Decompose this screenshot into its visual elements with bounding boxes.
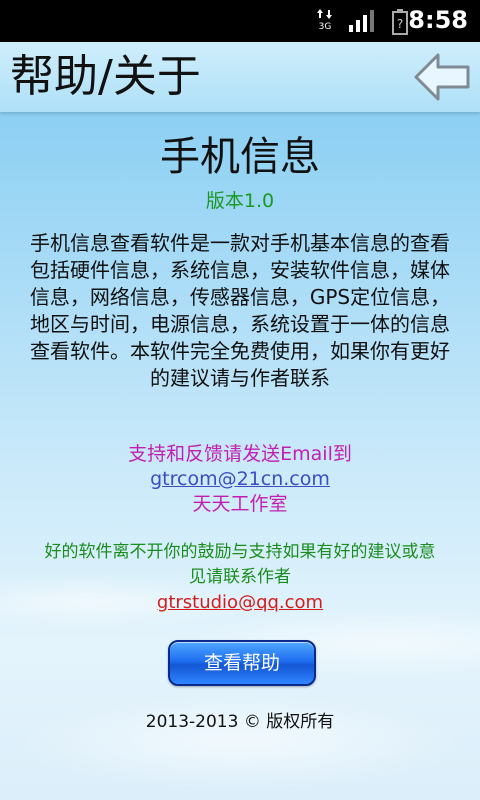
clock: 8:58 xyxy=(408,6,468,34)
back-arrow-icon xyxy=(414,53,470,101)
about-screen: 帮助/关于 手机信息 版本1.0 手机信息查看软件是一款对手机基本信息的查看包括… xyxy=(0,42,480,800)
signal-strength-icon xyxy=(349,10,374,32)
app-description: 手机信息查看软件是一款对手机基本信息的查看包括硬件信息，系统信息，安装软件信息，… xyxy=(29,231,451,390)
encourage-section: 好的软件离不开你的鼓励与支持如果有好的建议或意见请联系作者 gtrstudio@… xyxy=(40,540,440,615)
data-arrows-icon xyxy=(317,9,332,19)
status-bar: 3G ? 8:58 xyxy=(0,0,480,42)
back-button[interactable] xyxy=(412,50,472,104)
network-label: 3G xyxy=(318,22,332,32)
page-title: 帮助/关于 xyxy=(10,51,201,102)
author-email-link[interactable]: gtrstudio@qq.com xyxy=(40,590,440,615)
support-section: 支持和反馈请发送Email到 gtrcom@21cn.com 天天工作室 xyxy=(0,442,480,517)
support-email-link[interactable]: gtrcom@21cn.com xyxy=(0,467,480,492)
title-bar: 帮助/关于 xyxy=(0,42,480,112)
studio-name: 天天工作室 xyxy=(192,493,288,515)
encourage-text: 好的软件离不开你的鼓励与支持如果有好的建议或意见请联系作者 xyxy=(44,542,436,587)
svg-text:?: ? xyxy=(397,17,403,31)
app-name: 手机信息 xyxy=(160,134,320,180)
support-text: 支持和反馈请发送Email到 xyxy=(128,443,352,465)
network-type-icon: 3G xyxy=(316,9,334,33)
battery-icon: ? xyxy=(392,9,408,35)
copyright-text: 2013-2013 © 版权所有 xyxy=(145,712,335,732)
app-version: 版本1.0 xyxy=(205,190,275,212)
view-help-button[interactable]: 查看帮助 xyxy=(168,640,316,686)
